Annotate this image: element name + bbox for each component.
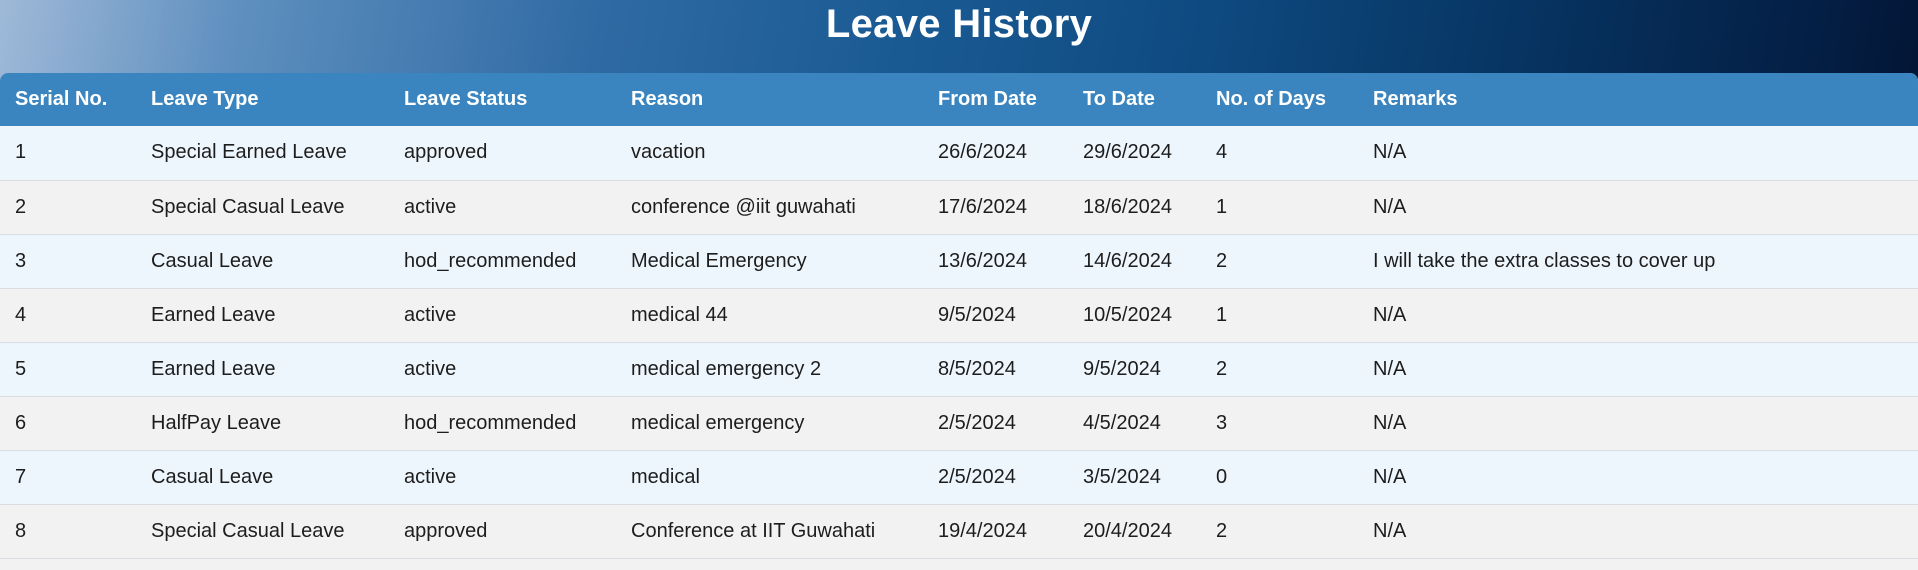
cell-leave-status: approved bbox=[404, 519, 488, 542]
column-header-leave-type: Leave Type bbox=[151, 88, 259, 110]
cell-no-of-days: 2 bbox=[1216, 357, 1228, 380]
cell-from-date: 8/5/2024 bbox=[938, 357, 1016, 380]
cell-serial-no: 3 bbox=[15, 249, 27, 272]
column-header-leave-status: Leave Status bbox=[404, 88, 528, 110]
cell-reason: medical 44 bbox=[631, 303, 728, 326]
cell-from-date: 26/6/2024 bbox=[938, 141, 1027, 164]
leave-history-table-container: Serial No. Leave Type Leave Status Reaso… bbox=[0, 73, 1918, 570]
cell-leave-status: hod_recommended bbox=[404, 411, 577, 434]
cell-from-date: 17/6/2024 bbox=[938, 195, 1027, 218]
table-row: 4 Earned Leave active medical 44 9/5/202… bbox=[0, 288, 1918, 342]
cell-leave-type: Casual Leave bbox=[151, 249, 274, 272]
cell-reason: Conference at IIT Guwahati bbox=[631, 519, 876, 542]
cell-remarks: N/A bbox=[1373, 303, 1407, 326]
cell-remarks: N/A bbox=[1373, 195, 1407, 218]
cell-leave-type: Earned Leave bbox=[151, 357, 276, 380]
cell-to-date: 29/6/2024 bbox=[1083, 141, 1172, 164]
table-row: 1 Special Earned Leave approved vacation… bbox=[0, 126, 1918, 180]
table-row: 8 Special Casual Leave approved Conferen… bbox=[0, 504, 1918, 558]
cell-reason: conference @iit guwahati bbox=[631, 195, 856, 218]
cell-to-date: 9/5/2024 bbox=[1083, 357, 1161, 380]
cell-no-of-days: 1 bbox=[1216, 303, 1228, 326]
cell-to-date: 14/6/2024 bbox=[1083, 249, 1172, 272]
cell-serial-no: 6 bbox=[15, 411, 27, 434]
cell-no-of-days: 3 bbox=[1216, 411, 1228, 434]
cell-no-of-days: 1 bbox=[1216, 195, 1228, 218]
cell-serial-no: 2 bbox=[15, 195, 27, 218]
column-header-remarks: Remarks bbox=[1373, 88, 1458, 110]
leave-history-table: Serial No. Leave Type Leave Status Reaso… bbox=[0, 73, 1918, 559]
cell-from-date: 2/5/2024 bbox=[938, 465, 1016, 488]
cell-no-of-days: 2 bbox=[1216, 249, 1228, 272]
column-header-to-date: To Date bbox=[1083, 88, 1155, 110]
column-header-from-date: From Date bbox=[938, 88, 1037, 110]
cell-no-of-days: 2 bbox=[1216, 519, 1228, 542]
cell-no-of-days: 4 bbox=[1216, 141, 1228, 164]
cell-from-date: 13/6/2024 bbox=[938, 249, 1027, 272]
cell-to-date: 18/6/2024 bbox=[1083, 195, 1172, 218]
column-header-reason: Reason bbox=[631, 88, 704, 110]
cell-serial-no: 1 bbox=[15, 141, 27, 164]
cell-reason: medical bbox=[631, 465, 700, 488]
cell-to-date: 4/5/2024 bbox=[1083, 411, 1161, 434]
table-row: 7 Casual Leave active medical 2/5/2024 3… bbox=[0, 450, 1918, 504]
cell-reason: vacation bbox=[631, 141, 706, 164]
cell-remarks: N/A bbox=[1373, 519, 1407, 542]
cell-to-date: 3/5/2024 bbox=[1083, 465, 1161, 488]
cell-reason: Medical Emergency bbox=[631, 249, 807, 272]
column-header-serial-no: Serial No. bbox=[15, 88, 108, 110]
cell-no-of-days: 0 bbox=[1216, 465, 1228, 488]
cell-leave-status: active bbox=[404, 357, 457, 380]
cell-from-date: 9/5/2024 bbox=[938, 303, 1016, 326]
table-row: 3 Casual Leave hod_recommended Medical E… bbox=[0, 234, 1918, 288]
cell-remarks: N/A bbox=[1373, 411, 1407, 434]
cell-leave-type: Earned Leave bbox=[151, 303, 276, 326]
column-header-no-of-days: No. of Days bbox=[1216, 88, 1327, 110]
cell-reason: medical emergency bbox=[631, 411, 805, 434]
cell-to-date: 20/4/2024 bbox=[1083, 519, 1172, 542]
cell-remarks: N/A bbox=[1373, 357, 1407, 380]
cell-serial-no: 8 bbox=[15, 519, 27, 542]
page-title: Leave History bbox=[825, 2, 1093, 46]
cell-remarks: N/A bbox=[1373, 141, 1407, 164]
cell-serial-no: 5 bbox=[15, 357, 27, 380]
cell-leave-status: active bbox=[404, 303, 457, 326]
cell-leave-type: HalfPay Leave bbox=[151, 411, 282, 434]
cell-from-date: 2/5/2024 bbox=[938, 411, 1016, 434]
cell-leave-type: Casual Leave bbox=[151, 465, 274, 488]
table-row: 6 HalfPay Leave hod_recommended medical … bbox=[0, 396, 1918, 450]
cell-serial-no: 4 bbox=[15, 303, 27, 326]
cell-to-date: 10/5/2024 bbox=[1083, 303, 1172, 326]
cell-leave-status: approved bbox=[404, 141, 488, 164]
table-row: 2 Special Casual Leave active conference… bbox=[0, 180, 1918, 234]
cell-remarks: N/A bbox=[1373, 465, 1407, 488]
table-header-row: Serial No. Leave Type Leave Status Reaso… bbox=[0, 73, 1918, 126]
table-row: 5 Earned Leave active medical emergency … bbox=[0, 342, 1918, 396]
cell-leave-status: active bbox=[404, 465, 457, 488]
cell-serial-no: 7 bbox=[15, 465, 27, 488]
cell-leave-type: Special Earned Leave bbox=[151, 141, 347, 164]
cell-reason: medical emergency 2 bbox=[631, 357, 822, 380]
cell-leave-type: Special Casual Leave bbox=[151, 519, 345, 542]
cell-leave-status: active bbox=[404, 195, 457, 218]
cell-leave-status: hod_recommended bbox=[404, 249, 577, 272]
cell-from-date: 19/4/2024 bbox=[938, 519, 1027, 542]
cell-leave-type: Special Casual Leave bbox=[151, 195, 345, 218]
cell-remarks: I will take the extra classes to cover u… bbox=[1373, 249, 1716, 272]
